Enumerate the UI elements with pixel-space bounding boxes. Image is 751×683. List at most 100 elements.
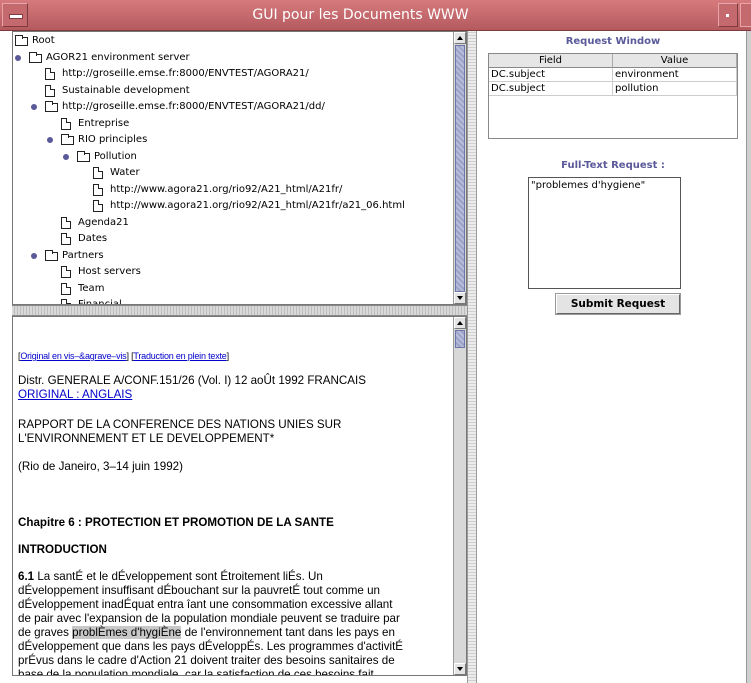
tree-item-label: AGOR21 environment server bbox=[46, 51, 190, 63]
tree-item[interactable]: Entreprise bbox=[13, 116, 452, 133]
submit-request-button[interactable]: Submit Request bbox=[555, 293, 681, 315]
document-icon bbox=[61, 117, 71, 130]
document-scroll-thumb[interactable] bbox=[455, 330, 465, 348]
table-cell-value[interactable]: pollution bbox=[613, 82, 737, 96]
tree-item[interactable]: RIO principles bbox=[13, 132, 452, 149]
paragraph-line-6: dÉveloppement que dans les pays dÉvelopp… bbox=[18, 640, 404, 653]
window-title: GUI pour les Documents WWW bbox=[252, 7, 469, 23]
scroll-down-arrow-icon[interactable] bbox=[454, 292, 466, 304]
folder-icon bbox=[45, 249, 58, 261]
minimize-button[interactable] bbox=[718, 3, 738, 27]
tree-item[interactable]: http://groseille.emse.fr:8000/ENVTEST/AG… bbox=[13, 66, 452, 83]
window-titlebar[interactable]: GUI pour les Documents WWW bbox=[0, 0, 751, 31]
document-icon bbox=[61, 282, 71, 295]
original-link[interactable]: Original en vis–&agrave–vis bbox=[20, 351, 126, 361]
paragraph-line-7: prÉvus dans le cadre d'Action 21 doivent… bbox=[18, 654, 395, 667]
tree-item-label: Financial bbox=[78, 299, 122, 305]
table-cell-value[interactable]: environment bbox=[613, 68, 737, 82]
place-line: (Rio de Janeiro, 3–14 juin 1992) bbox=[18, 460, 183, 473]
tree-item-label: http://groseille.emse.fr:8000/ENVTEST/AG… bbox=[62, 68, 309, 79]
document-icon bbox=[45, 68, 55, 80]
table-row[interactable]: DC.subject environment bbox=[489, 68, 737, 82]
folder-icon bbox=[45, 101, 58, 112]
column-header-field[interactable]: Field bbox=[489, 54, 613, 68]
table-cell-field[interactable]: DC.subject bbox=[489, 68, 613, 82]
paragraph-line-8: base de la population mondiale, car la s… bbox=[18, 668, 374, 676]
document-icon bbox=[93, 200, 103, 212]
expand-handle-icon[interactable] bbox=[63, 153, 69, 160]
tree-item[interactable]: http://www.agora21.org/rio92/A21_html/A2… bbox=[13, 198, 452, 215]
document-icon bbox=[61, 216, 71, 229]
request-table[interactable]: Field Value DC.subject environment DC.su… bbox=[488, 53, 738, 139]
tree-scrollbar[interactable] bbox=[453, 32, 466, 304]
table-cell-field[interactable]: DC.subject bbox=[489, 82, 613, 96]
paragraph-line-1: 6.1 La santÉ et le dÉveloppement sont Ét… bbox=[18, 570, 323, 583]
folder-icon bbox=[61, 134, 74, 145]
doc-top-links: [Original en vis–&agrave–vis] [Traductio… bbox=[18, 351, 229, 361]
tree-item-label: Agenda21 bbox=[78, 216, 129, 228]
request-window-title: Request Window bbox=[565, 36, 661, 47]
expand-handle-icon[interactable] bbox=[31, 252, 37, 259]
tree-item[interactable]: http://www.agora21.org/rio92/A21_html/A2… bbox=[13, 182, 452, 199]
table-row[interactable]: DC.subject pollution bbox=[489, 82, 737, 96]
tree-item[interactable]: Team bbox=[13, 281, 452, 298]
tree-item[interactable]: Host servers bbox=[13, 264, 452, 281]
horizontal-splitter[interactable] bbox=[12, 305, 467, 316]
column-header-value[interactable]: Value bbox=[613, 54, 737, 68]
paragraph-line-3: dÉveloppement inadÉquat entra îant une c… bbox=[18, 598, 393, 611]
document-view-panel: [Original en vis–&agrave–vis] [Traductio… bbox=[12, 316, 467, 676]
tree-item[interactable]: Financial bbox=[13, 297, 452, 305]
tree-item-label: Dates bbox=[78, 233, 108, 244]
tree-panel: Root AGOR21 environment server http://gros… bbox=[12, 31, 467, 305]
scroll-down-arrow-icon[interactable] bbox=[454, 663, 466, 675]
window-right-edge bbox=[746, 31, 751, 683]
tree-scroll-thumb[interactable] bbox=[455, 45, 465, 292]
scroll-up-arrow-icon[interactable] bbox=[454, 32, 466, 44]
document-icon bbox=[93, 183, 103, 196]
tree-item[interactable]: AGOR21 environment server bbox=[13, 50, 452, 67]
tree-item[interactable]: Partners bbox=[13, 248, 452, 265]
expand-handle-icon[interactable] bbox=[47, 137, 53, 143]
rapport-line-2: L'ENVIRONNEMENT ET LE DEVELOPPEMENT* bbox=[18, 432, 275, 445]
tree-item-label: Water bbox=[110, 167, 140, 178]
tree-item[interactable]: Root bbox=[13, 33, 452, 50]
paragraph-line-4: de pair avec l'expansion de la populatio… bbox=[18, 612, 400, 625]
vertical-splitter[interactable] bbox=[467, 31, 477, 683]
tree-item[interactable]: Water bbox=[13, 165, 452, 182]
paragraph-line-5: de graves problÈmes d'hygiÈne de l'envir… bbox=[18, 626, 395, 639]
request-table-header: Field Value bbox=[489, 54, 737, 68]
tree-item[interactable]: Pollution bbox=[13, 149, 452, 166]
search-highlight: problÈmes d'hygiÈne bbox=[72, 626, 182, 639]
tree-item-label: Sustainable development bbox=[62, 84, 190, 96]
folder-icon bbox=[15, 35, 28, 46]
tree-item-label: Host servers bbox=[78, 266, 141, 277]
document-scrollbar[interactable] bbox=[453, 317, 466, 675]
window-menu-button[interactable] bbox=[2, 3, 28, 27]
rapport-line-1: RAPPORT DE LA CONFERENCE DES NATIONS UNI… bbox=[18, 418, 342, 431]
expand-handle-icon[interactable] bbox=[31, 104, 37, 110]
tree-item[interactable]: Dates bbox=[13, 231, 452, 248]
document-icon bbox=[93, 167, 103, 179]
translation-link[interactable]: Traduction en plein texte bbox=[133, 351, 226, 361]
expand-handle-icon[interactable] bbox=[15, 54, 21, 61]
tree-item-label: Partners bbox=[62, 249, 104, 261]
original-anglais-link[interactable]: ORIGINAL : ANGLAIS bbox=[18, 388, 132, 401]
tree-item-label: Entreprise bbox=[78, 117, 130, 129]
folder-icon bbox=[77, 150, 90, 162]
document-tree: Root AGOR21 environment server http://gros… bbox=[13, 33, 452, 305]
tree-item[interactable]: Agenda21 bbox=[13, 215, 452, 232]
maximize-button[interactable] bbox=[740, 3, 751, 27]
chapter-heading: Chapitre 6 : PROTECTION ET PROMOTION DE … bbox=[18, 516, 334, 529]
tree-item-label: http://groseille.emse.fr:8000/ENVTEST/AG… bbox=[62, 101, 325, 112]
document-icon bbox=[61, 233, 71, 245]
paragraph-line-2: dÉveloppement insuffisant dÉbouchant sur… bbox=[18, 584, 380, 597]
tree-item-label: Pollution bbox=[94, 150, 137, 162]
tree-item[interactable]: http://groseille.emse.fr:8000/ENVTEST/AG… bbox=[13, 99, 452, 116]
tree-item[interactable]: Sustainable development bbox=[13, 83, 452, 100]
scroll-up-arrow-icon[interactable] bbox=[454, 317, 466, 329]
tree-item-label: http://www.agora21.org/rio92/A21_html/A2… bbox=[110, 183, 343, 195]
distr-line: Distr. GENERALE A/CONF.151/26 (Vol. I) 1… bbox=[18, 374, 366, 387]
tree-item-label: http://www.agora21.org/rio92/A21_html/A2… bbox=[110, 200, 405, 211]
tree-item-label: Root bbox=[32, 35, 55, 46]
fulltext-request-input[interactable]: "problemes d'hygiene" bbox=[528, 177, 681, 289]
